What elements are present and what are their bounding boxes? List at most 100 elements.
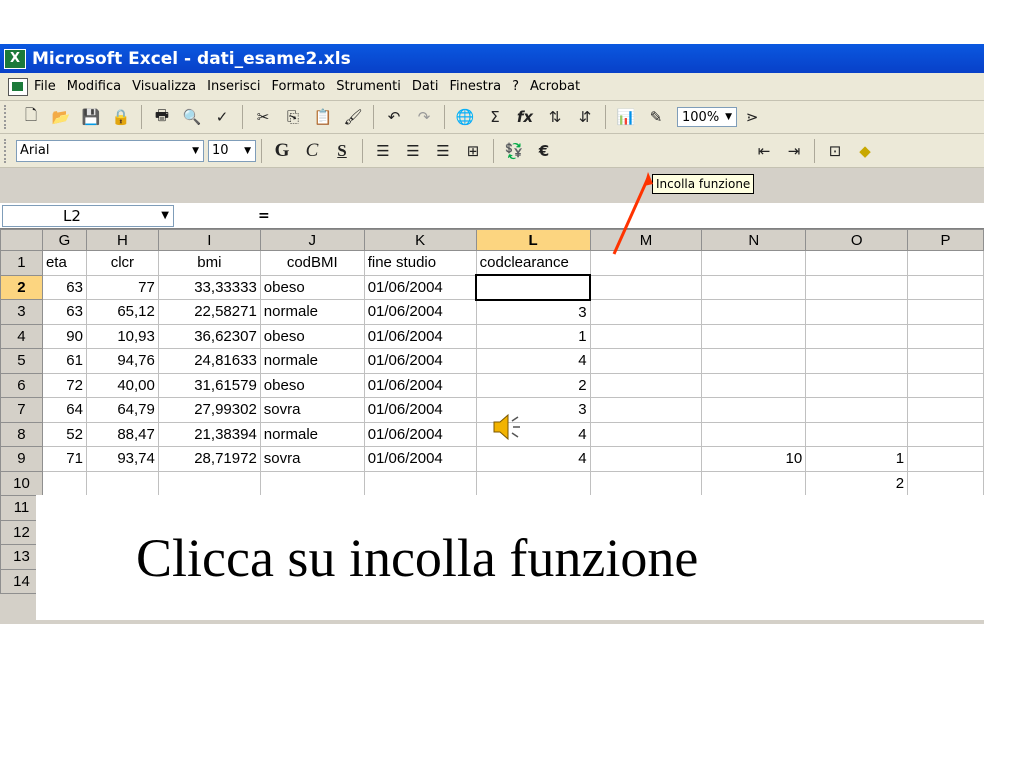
cell-j8[interactable]: normale bbox=[259, 421, 365, 447]
menu-inserisci[interactable]: Inserisci bbox=[207, 79, 260, 94]
cell-o1[interactable] bbox=[805, 250, 909, 276]
cell-i3[interactable]: 22,58271 bbox=[157, 299, 261, 325]
decrease-indent-icon[interactable]: ⇤ bbox=[752, 139, 776, 163]
cell-o5[interactable] bbox=[805, 348, 909, 374]
sort-descending-icon[interactable]: ⇵ bbox=[573, 105, 597, 129]
cell-j2[interactable]: obeso bbox=[259, 274, 365, 300]
cell-n3[interactable] bbox=[701, 299, 807, 325]
cell-j6[interactable]: obeso bbox=[259, 372, 365, 398]
zoom-select[interactable]: 100% ▼ bbox=[677, 107, 738, 127]
cell-j3[interactable]: normale bbox=[259, 299, 365, 325]
column-header-n[interactable]: N bbox=[701, 229, 807, 251]
cell-n1[interactable] bbox=[701, 250, 807, 276]
cell-g10[interactable] bbox=[41, 470, 87, 496]
cell-h7[interactable]: 64,79 bbox=[85, 397, 159, 423]
cell-g9[interactable]: 71 bbox=[41, 446, 87, 472]
cell-h8[interactable]: 88,47 bbox=[85, 421, 159, 447]
cell-g6[interactable]: 72 bbox=[41, 372, 87, 398]
cell-k6[interactable]: 01/06/2004 bbox=[363, 372, 477, 398]
cell-p2[interactable] bbox=[907, 274, 984, 300]
cell-j1[interactable]: codBMI bbox=[259, 250, 365, 276]
print-icon[interactable]: 🖶 bbox=[150, 105, 174, 129]
cell-g2[interactable]: 63 bbox=[41, 274, 87, 300]
cell-m8[interactable] bbox=[589, 421, 703, 447]
cell-n8[interactable] bbox=[701, 421, 807, 447]
menu-dati[interactable]: Dati bbox=[412, 79, 439, 94]
cell-m10[interactable] bbox=[589, 470, 703, 496]
drawing-icon[interactable]: ✎ bbox=[644, 105, 668, 129]
row-header[interactable]: 1 bbox=[0, 250, 43, 276]
cell-i4[interactable]: 36,62307 bbox=[157, 323, 261, 349]
column-header-l[interactable]: L bbox=[475, 229, 591, 251]
cell-n10[interactable] bbox=[701, 470, 807, 496]
cell-i2[interactable]: 33,33333 bbox=[157, 274, 261, 300]
cell-k1[interactable]: fine studio bbox=[363, 250, 477, 276]
cell-l1[interactable]: codclearance bbox=[475, 250, 591, 276]
format-painter-icon[interactable]: 🖌 bbox=[341, 105, 365, 129]
toolbar-options-icon[interactable]: ⋗ bbox=[740, 105, 764, 129]
hyperlink-icon[interactable]: 🌐 bbox=[453, 105, 477, 129]
name-box[interactable]: L2 ▼ bbox=[2, 204, 174, 227]
paste-icon[interactable]: 📋 bbox=[311, 105, 335, 129]
save-icon[interactable]: 💾 bbox=[79, 105, 103, 129]
cell-h1[interactable]: clcr bbox=[85, 250, 159, 276]
increase-indent-icon[interactable]: ⇥ bbox=[782, 139, 806, 163]
menu-formato[interactable]: Formato bbox=[272, 79, 326, 94]
cell-n6[interactable] bbox=[701, 372, 807, 398]
cell-k7[interactable]: 01/06/2004 bbox=[363, 397, 477, 423]
cell-p4[interactable] bbox=[907, 323, 984, 349]
cell-m5[interactable] bbox=[589, 348, 703, 374]
cell-l2[interactable] bbox=[475, 274, 592, 301]
cell-i8[interactable]: 21,38394 bbox=[157, 421, 261, 447]
cell-k8[interactable]: 01/06/2004 bbox=[363, 421, 477, 447]
column-header-i[interactable]: I bbox=[157, 229, 261, 251]
font-size-select[interactable]: 10 ▼ bbox=[208, 139, 256, 162]
cell-i5[interactable]: 24,81633 bbox=[157, 348, 261, 374]
cell-m3[interactable] bbox=[589, 299, 703, 325]
row-header[interactable]: 5 bbox=[0, 348, 43, 374]
spelling-icon[interactable]: ✓ bbox=[210, 105, 234, 129]
cell-j10[interactable] bbox=[259, 470, 365, 496]
align-left-icon[interactable]: ☰ bbox=[371, 139, 395, 163]
cell-m7[interactable] bbox=[589, 397, 703, 423]
cell-g4[interactable]: 90 bbox=[41, 323, 87, 349]
cell-m9[interactable] bbox=[589, 446, 703, 472]
new-icon[interactable]: 🗋 bbox=[19, 105, 43, 129]
cell-n7[interactable] bbox=[701, 397, 807, 423]
cell-p9[interactable] bbox=[907, 446, 984, 472]
undo-icon[interactable]: ↶ bbox=[382, 105, 406, 129]
column-header-o[interactable]: O bbox=[805, 229, 909, 251]
formula-equals-icon[interactable]: = bbox=[258, 208, 270, 224]
cell-h4[interactable]: 10,93 bbox=[85, 323, 159, 349]
cell-o10[interactable]: 2 bbox=[805, 470, 909, 496]
cell-k3[interactable]: 01/06/2004 bbox=[363, 299, 477, 325]
cell-l4[interactable]: 1 bbox=[475, 323, 591, 349]
menu-visualizza[interactable]: Visualizza bbox=[132, 79, 196, 94]
cell-p5[interactable] bbox=[907, 348, 984, 374]
row-header[interactable]: 6 bbox=[0, 372, 43, 398]
menu-acrobat[interactable]: Acrobat bbox=[530, 79, 580, 94]
cell-g7[interactable]: 64 bbox=[41, 397, 87, 423]
autosum-icon[interactable]: Σ bbox=[483, 105, 507, 129]
workbook-icon[interactable] bbox=[8, 77, 28, 96]
cell-o7[interactable] bbox=[805, 397, 909, 423]
font-select[interactable]: Arial ▼ bbox=[16, 139, 204, 162]
euro-button[interactable]: € bbox=[532, 139, 556, 163]
cell-h10[interactable] bbox=[85, 470, 159, 496]
toolbar-grip[interactable] bbox=[4, 138, 10, 163]
cell-g3[interactable]: 63 bbox=[41, 299, 87, 325]
cell-o9[interactable]: 1 bbox=[805, 446, 909, 472]
cell-g5[interactable]: 61 bbox=[41, 348, 87, 374]
cell-l3[interactable]: 3 bbox=[475, 299, 591, 325]
row-header[interactable]: 2 bbox=[0, 274, 43, 300]
cell-p1[interactable] bbox=[907, 250, 984, 276]
cell-j7[interactable]: sovra bbox=[259, 397, 365, 423]
cell-l9[interactable]: 4 bbox=[475, 446, 591, 472]
cell-i6[interactable]: 31,61579 bbox=[157, 372, 261, 398]
cell-l5[interactable]: 4 bbox=[475, 348, 591, 374]
cell-g8[interactable]: 52 bbox=[41, 421, 87, 447]
align-right-icon[interactable]: ☰ bbox=[431, 139, 455, 163]
cell-h9[interactable]: 93,74 bbox=[85, 446, 159, 472]
cell-l10[interactable] bbox=[475, 470, 591, 496]
cell-j9[interactable]: sovra bbox=[259, 446, 365, 472]
